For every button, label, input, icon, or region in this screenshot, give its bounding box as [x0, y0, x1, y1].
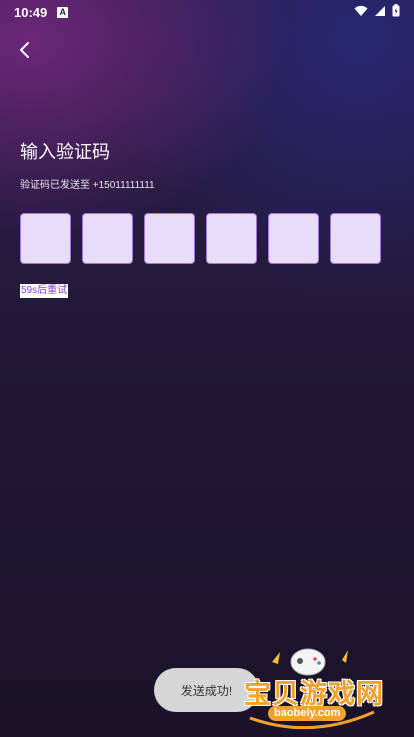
watermark-logo: 宝贝游戏网 baobeiy.com: [236, 636, 386, 732]
wifi-icon: [354, 5, 368, 20]
code-digit-box-1[interactable]: [20, 213, 71, 264]
code-digit-box-2[interactable]: [82, 213, 133, 264]
code-sent-message: 验证码已发送至 +15011111111: [20, 180, 155, 191]
signal-icon: [374, 5, 386, 20]
code-digit-box-3[interactable]: [144, 213, 195, 264]
watermark-url: baobeiy.com: [268, 706, 347, 721]
status-time: 10:49: [14, 4, 48, 20]
resend-countdown: 59s后重试: [20, 284, 69, 298]
code-digit-box-5[interactable]: [268, 213, 319, 264]
status-bar: 10:49 A: [0, 0, 414, 24]
page-title: 输入验证码: [20, 142, 110, 162]
code-digit-box-4[interactable]: [206, 213, 257, 264]
chevron-left-icon: [20, 42, 29, 58]
code-digit-box-6[interactable]: [330, 213, 381, 264]
back-button[interactable]: [12, 38, 36, 62]
battery-icon: [392, 4, 400, 20]
notification-icon: A: [57, 6, 69, 18]
verification-code-input[interactable]: [20, 213, 381, 264]
